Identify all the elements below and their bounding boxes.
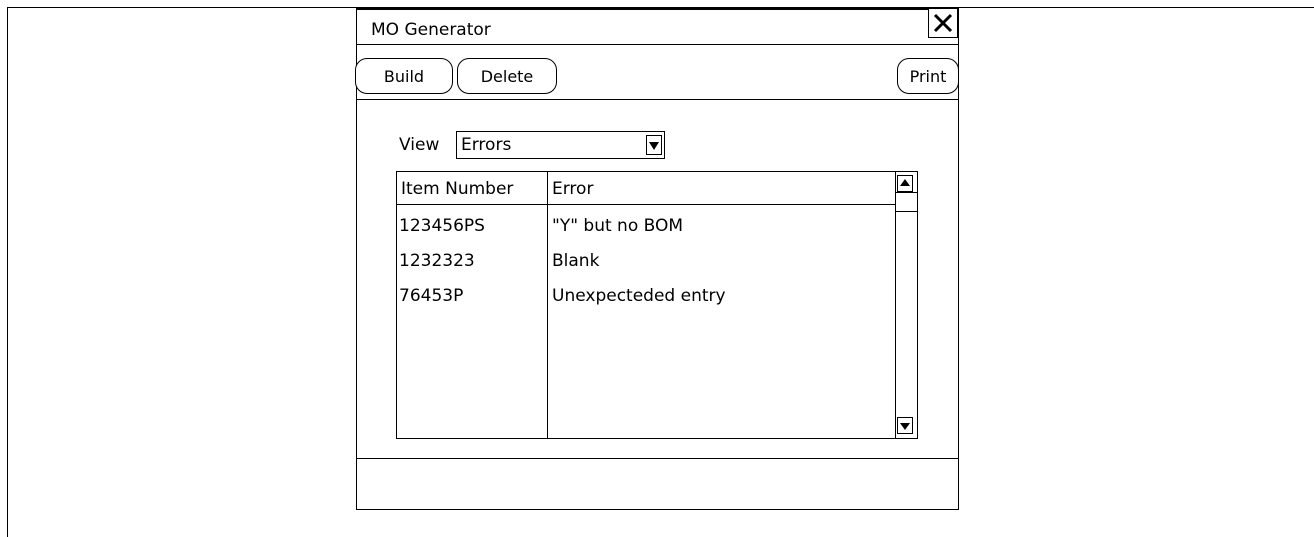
errors-table: Item Number Error 123456PS "Y" but no BO… bbox=[396, 171, 918, 439]
triangle-down-icon bbox=[900, 423, 910, 430]
scroll-thumb[interactable] bbox=[896, 192, 917, 212]
table-row[interactable]: 123456PS "Y" but no BOM bbox=[397, 216, 895, 250]
error-cell: Unexpecteded entry bbox=[552, 286, 726, 306]
status-bar-divider bbox=[357, 458, 958, 459]
print-button[interactable]: Print bbox=[897, 58, 959, 94]
column-header-error[interactable]: Error bbox=[552, 179, 593, 199]
view-select[interactable]: Errors bbox=[456, 131, 665, 159]
view-select-value: Errors bbox=[461, 135, 512, 155]
window-title: MO Generator bbox=[371, 20, 491, 40]
item-number-cell: 1232323 bbox=[399, 251, 475, 271]
title-bar: MO Generator bbox=[357, 8, 958, 45]
table-header: Item Number Error bbox=[397, 172, 895, 205]
mo-generator-window: MO Generator Build Delete Print View Err… bbox=[355, 7, 959, 510]
error-cell: Blank bbox=[552, 251, 600, 271]
dropdown-button[interactable] bbox=[646, 135, 662, 155]
column-header-item-number[interactable]: Item Number bbox=[401, 179, 513, 199]
delete-button[interactable]: Delete bbox=[457, 58, 557, 94]
close-icon bbox=[933, 13, 953, 33]
error-cell: "Y" but no BOM bbox=[552, 216, 684, 236]
item-number-cell: 123456PS bbox=[399, 216, 485, 236]
triangle-down-icon bbox=[649, 142, 659, 150]
vertical-scrollbar[interactable] bbox=[895, 172, 917, 438]
item-number-cell: 76453P bbox=[399, 286, 464, 306]
scroll-down-button[interactable] bbox=[897, 417, 913, 434]
scroll-up-button[interactable] bbox=[897, 175, 913, 192]
toolbar: Build Delete Print bbox=[355, 45, 959, 100]
triangle-up-icon bbox=[900, 179, 910, 186]
table-row[interactable]: 1232323 Blank bbox=[397, 251, 895, 285]
build-button[interactable]: Build bbox=[355, 58, 453, 94]
close-button[interactable] bbox=[928, 8, 958, 38]
table-row[interactable]: 76453P Unexpecteded entry bbox=[397, 286, 895, 320]
view-label: View bbox=[399, 135, 440, 155]
